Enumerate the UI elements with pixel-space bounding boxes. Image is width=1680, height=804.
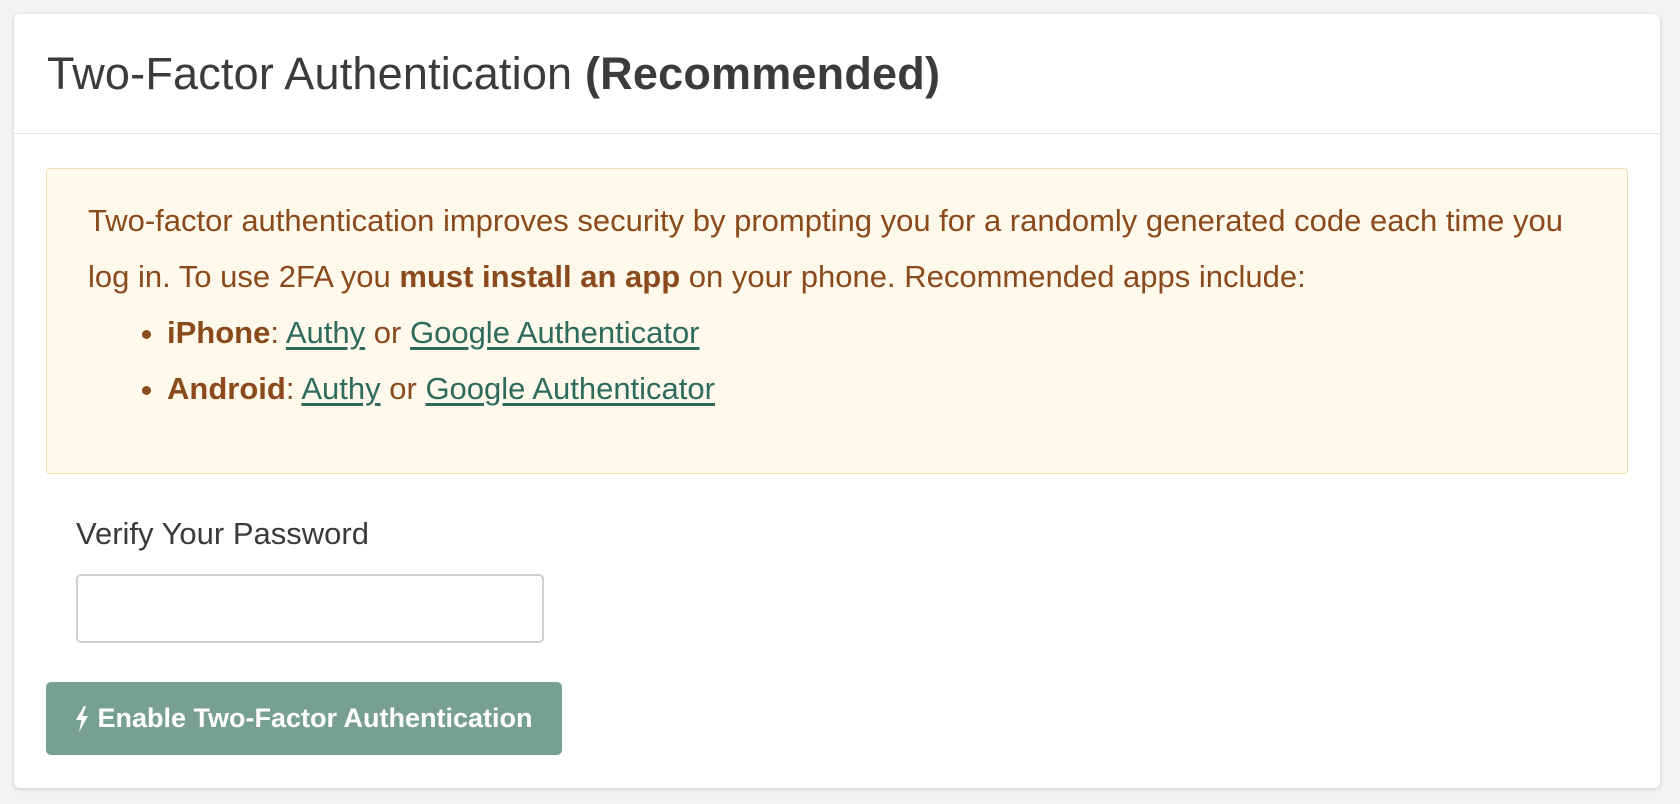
enable-two-factor-button[interactable]: Enable Two-Factor Authentication [46,682,562,755]
password-form-group: Verify Your Password [46,516,1628,643]
list-item-android: Android: Authy or Google Authenticator [167,361,1587,417]
two-factor-card: Two-Factor Authentication (Recommended) … [14,14,1660,788]
password-label: Verify Your Password [76,516,369,551]
alert-description: Two-factor authentication improves secur… [88,193,1587,305]
platform-label-iphone: iPhone [167,315,271,350]
alert-text-after: on your phone. Recommended apps include: [680,259,1306,294]
password-input[interactable] [76,574,544,643]
info-alert: Two-factor authentication improves secur… [46,168,1628,474]
separator-or: or [373,315,402,350]
platform-label-android: Android [167,371,286,406]
enable-button-label: Enable Two-Factor Authentication [97,703,533,733]
card-body: Two-factor authentication improves secur… [14,134,1660,643]
link-google-authenticator-android[interactable]: Google Authenticator [425,371,715,406]
link-authy-android[interactable]: Authy [301,371,380,406]
alert-text-strong: must install an app [399,259,681,294]
title-main: Two-Factor Authentication [47,47,573,99]
link-google-authenticator-iphone[interactable]: Google Authenticator [410,315,700,350]
list-item-iphone: iPhone: Authy or Google Authenticator [167,305,1587,361]
page-title: Two-Factor Authentication (Recommended) [47,48,940,100]
bolt-icon [75,705,89,732]
card-header: Two-Factor Authentication (Recommended) [14,14,1660,134]
title-recommended: (Recommended) [584,47,941,99]
app-list: iPhone: Authy or Google Authenticator An… [88,305,1587,417]
link-authy-iphone[interactable]: Authy [286,315,365,350]
separator-or: or [389,371,417,406]
